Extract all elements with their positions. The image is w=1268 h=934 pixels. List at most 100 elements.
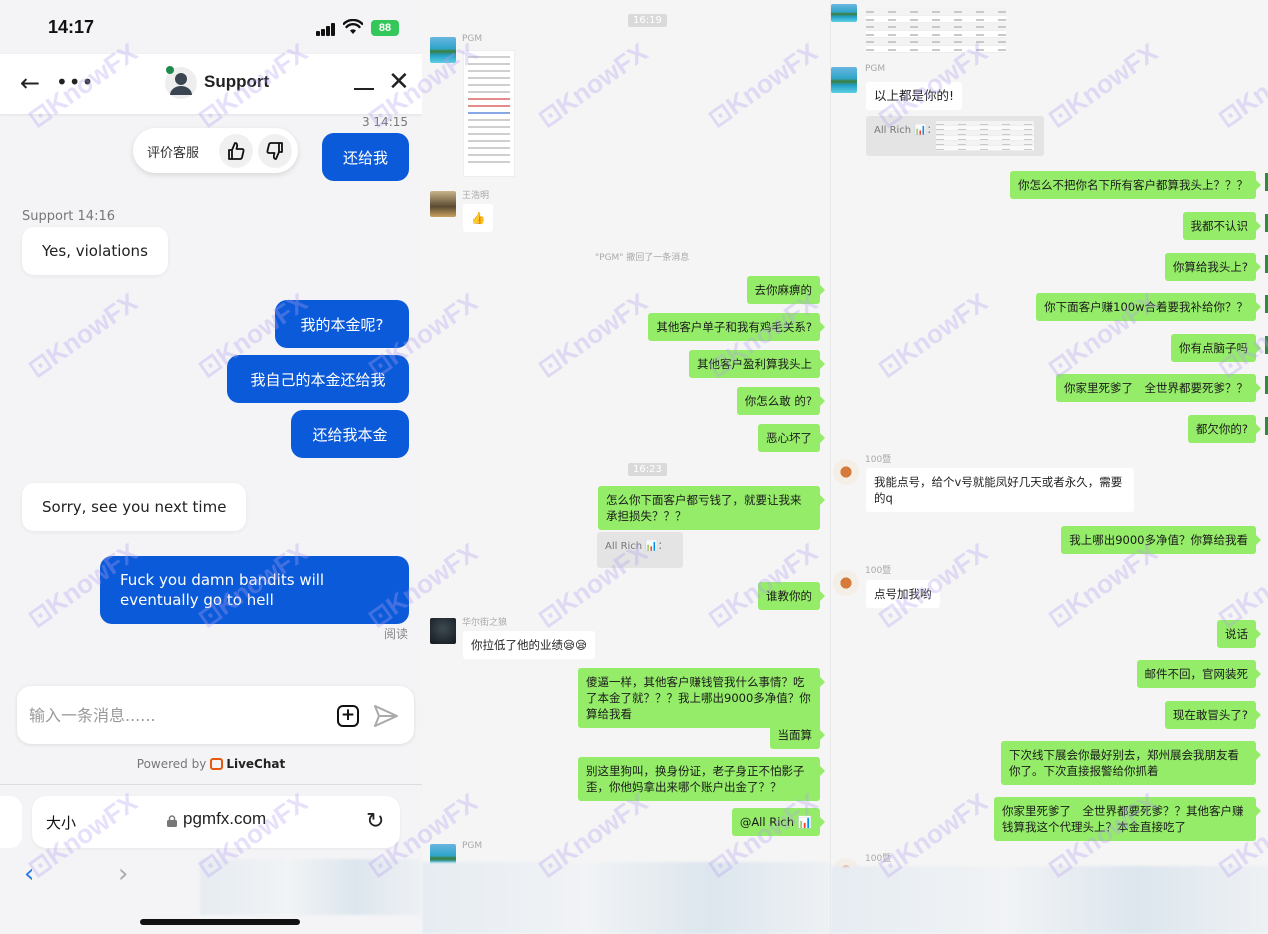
table-image-attachment[interactable]	[866, 8, 1006, 53]
read-receipt: 阅读	[383, 627, 408, 641]
outgoing-message: 别这里狗叫，换身份证，老子身正不怕影子歪，你他妈拿出来哪个账户出金了？？	[578, 757, 825, 801]
text-size-button[interactable]: 大小	[46, 812, 76, 833]
outgoing-message: 其他客户盈利算我头上	[689, 350, 825, 378]
avatar	[430, 618, 456, 644]
url-text[interactable]: pgmfx.com	[183, 809, 266, 829]
close-icon[interactable]: ✕	[388, 69, 410, 95]
outgoing-message: 你家里死爹了 全世界都要死爹？？	[1056, 374, 1261, 402]
incoming-message: 我能点号，给个v号就能凤好几天或者永久，需要的q	[866, 468, 1134, 512]
user-message: 我的本金呢?	[275, 300, 409, 348]
sender-name: PGM	[462, 34, 483, 44]
address-bar[interactable]: 大小 pgmfx.com ↻	[32, 796, 400, 848]
pixelated-region	[422, 862, 832, 934]
outgoing-message: 去你麻痹的	[746, 276, 825, 304]
outgoing-message: 傻逼一样，其他客户赚钱管我什么事情？吃了本金了就？？？我上哪出9000多净值？你…	[578, 668, 825, 728]
outgoing-message: 你下面客户赚100w合着要我补给你？？	[1036, 293, 1261, 321]
thumbs-up-icon	[228, 142, 245, 160]
outgoing-message: 邮件不回，官网装死	[1136, 660, 1261, 688]
sender-name: PGM	[462, 841, 483, 851]
timestamp: 16:19	[628, 14, 667, 27]
livechat-phone-screen: 14:17 88 ← ••• Support ✕ 3 14:15 评价客服 还给…	[0, 0, 422, 934]
rate-agent-widget: 评价客服	[133, 128, 298, 173]
browser-toolbar: 大小 pgmfx.com ↻ ‹ ›	[0, 784, 422, 934]
incoming-message: 👍	[463, 204, 494, 232]
outgoing-message: 你怎么敢 的?	[736, 387, 826, 415]
online-status-dot	[166, 66, 174, 74]
previous-tab[interactable]	[0, 796, 22, 848]
user-message: 还给我	[322, 133, 409, 181]
user-message: 我自己的本金还给我	[227, 355, 409, 403]
outgoing-message: 你怎么不把你名下所有客户都算我头上？？？	[1010, 171, 1261, 199]
quoted-table-thumbnail	[936, 121, 1034, 151]
incoming-message: 以上都是你的!	[866, 82, 963, 110]
livechat-logo-icon	[210, 758, 224, 770]
avatar	[833, 570, 859, 596]
quote-label: All Rich 📊：	[605, 541, 668, 552]
sender-name: PGM	[865, 64, 886, 74]
quote-label: All Rich 📊：	[874, 125, 937, 136]
chat-header: ← ••• Support ✕	[0, 54, 422, 114]
outgoing-message: 怎么你下面客户都亏钱了，就要让我来承担损失？？？	[598, 486, 825, 530]
outgoing-message: 我都不认识	[1182, 212, 1261, 240]
outgoing-message: 当面算	[769, 721, 825, 749]
pixelated-region	[831, 866, 1268, 934]
outgoing-message: 说话	[1217, 620, 1261, 648]
outgoing-message: 谁教你的	[758, 582, 825, 610]
avatar	[430, 37, 456, 63]
incoming-message: 点号加我哟	[866, 580, 940, 608]
quoted-message[interactable]: All Rich 📊：	[597, 532, 683, 568]
status-time: 14:17	[48, 17, 95, 37]
timestamp: 16:23	[628, 463, 667, 476]
ellipsis-icon[interactable]: •••	[56, 70, 94, 94]
agent-message: Yes, violations	[22, 227, 168, 275]
status-bar: 14:17 88	[0, 0, 422, 54]
battery-icon: 88	[371, 20, 399, 36]
outgoing-message: 我上哪出9000多净值？你算给我看	[1061, 526, 1261, 554]
agent-name: Support	[204, 72, 270, 91]
agent-sender-label: Support 14:16	[22, 209, 115, 224]
home-indicator	[140, 919, 300, 925]
powered-by-label: Powered by	[136, 757, 207, 771]
plus-square-icon[interactable]: +	[337, 705, 359, 727]
avatar	[831, 4, 857, 22]
message-input[interactable]	[29, 700, 319, 730]
image-attachment[interactable]	[463, 50, 515, 177]
message-timestamp: 3 14:15	[361, 115, 408, 129]
arrow-left-icon[interactable]: ←	[20, 71, 42, 95]
wechat-screenshot-right: PGM 以上都是你的! All Rich 📊： 你怎么不把你名下所有客户都算我头…	[830, 0, 1268, 934]
livechat-brand[interactable]: LiveChat	[226, 757, 285, 771]
outgoing-message: 下次线下展会你最好别去，郑州展会我朋友看你了。下次直接报警给你抓着	[1001, 741, 1261, 785]
cellular-signal-icon	[316, 23, 336, 36]
reload-icon[interactable]: ↻	[366, 809, 384, 834]
send-icon[interactable]	[373, 704, 399, 728]
sender-name: 华尔街之狼	[462, 618, 508, 628]
lock-icon	[167, 815, 177, 827]
outgoing-message: 恶心坏了	[758, 424, 825, 452]
quoted-message[interactable]: All Rich 📊：	[866, 116, 1044, 156]
outgoing-message: 你家里死爹了 全世界都要死爹？？其他客户赚钱算我这个代理头上？本金直接吃了	[994, 797, 1261, 841]
avatar	[833, 459, 859, 485]
wifi-icon	[343, 19, 363, 34]
recall-notice: "PGM" 撤回了一条消息	[595, 253, 690, 263]
outgoing-message: 其他客户单子和我有鸡毛关系?	[648, 313, 825, 341]
minimize-icon[interactable]	[354, 88, 374, 90]
sender-name: 100暨	[865, 854, 892, 864]
chevron-right-icon[interactable]: ›	[118, 859, 128, 889]
user-message: 还给我本金	[291, 410, 409, 458]
sender-name: 100暨	[865, 455, 892, 465]
outgoing-message: @All Rich 📊	[731, 808, 826, 836]
outgoing-message: 都欠你的?	[1187, 415, 1262, 443]
sender-name: 100暨	[865, 566, 892, 576]
wechat-screenshot-middle: 16:19 PGM 王浩明 👍 "PGM" 撤回了一条消息 去你麻痹的 其他客户…	[422, 0, 832, 934]
thumbs-down-button[interactable]	[258, 134, 292, 168]
avatar	[831, 67, 857, 93]
agent-message: Sorry, see you next time	[22, 483, 247, 531]
message-composer: +	[17, 686, 414, 744]
thumbs-up-button[interactable]	[219, 134, 253, 168]
avatar	[430, 191, 456, 217]
outgoing-message: 你有点脑子吗	[1171, 334, 1261, 362]
sender-name: 王浩明	[462, 191, 490, 201]
powered-by-footer: Powered by LiveChat	[0, 757, 422, 771]
chevron-left-icon[interactable]: ‹	[24, 859, 34, 889]
thumbs-down-icon	[266, 142, 283, 160]
